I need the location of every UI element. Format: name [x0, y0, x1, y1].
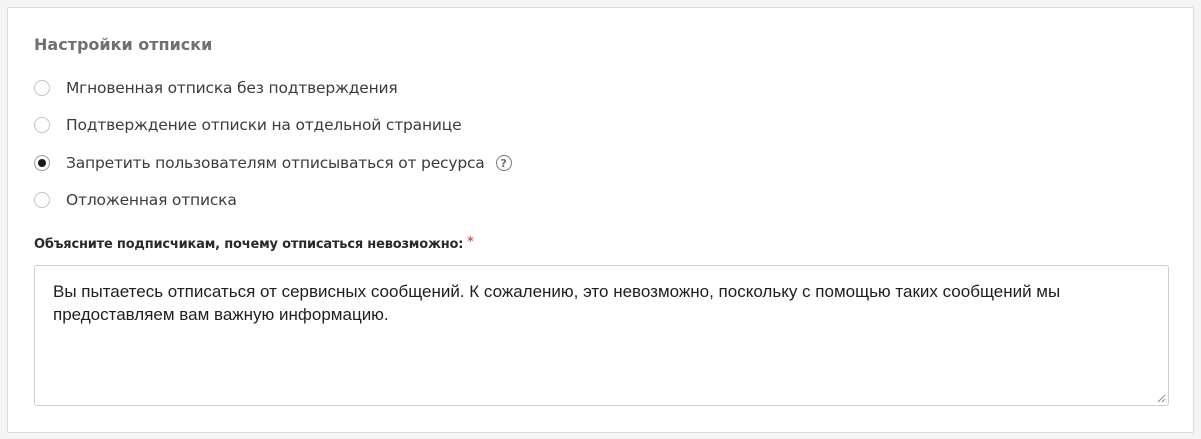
option-label: Подтверждение отписки на отдельной стран… [66, 116, 462, 134]
unsubscribe-settings-card: Настройки отписки Мгновенная отписка без… [7, 7, 1194, 433]
radio-button-selected[interactable] [34, 155, 50, 171]
radio-button[interactable] [34, 192, 50, 208]
radio-button[interactable] [34, 80, 50, 96]
option-confirm-page[interactable]: Подтверждение отписки на отдельной стран… [34, 113, 462, 137]
question-circle-icon[interactable]: ? [495, 155, 512, 171]
required-asterisk: * [467, 234, 474, 248]
explanation-field-label: Объясните подписчикам, почему отписаться… [34, 234, 474, 252]
option-label: Отложенная отписка [66, 191, 237, 209]
option-instant-unsubscribe[interactable]: Мгновенная отписка без подтверждения [34, 76, 398, 100]
explanation-text: Вы пытаетесь отписаться от сервисных соо… [53, 282, 1061, 324]
option-forbid-unsubscribe[interactable]: Запретить пользователям отписываться от … [34, 151, 512, 175]
explanation-textarea[interactable]: Вы пытаетесь отписаться от сервисных соо… [34, 265, 1169, 406]
option-label: Мгновенная отписка без подтверждения [66, 79, 398, 97]
explanation-label-text: Объясните подписчикам, почему отписаться… [34, 237, 464, 252]
section-title: Настройки отписки [34, 35, 213, 54]
radio-button[interactable] [34, 117, 50, 133]
option-label: Запретить пользователям отписываться от … [66, 154, 485, 172]
resize-handle-icon[interactable] [1156, 393, 1166, 403]
option-delayed-unsubscribe[interactable]: Отложенная отписка [34, 188, 237, 212]
